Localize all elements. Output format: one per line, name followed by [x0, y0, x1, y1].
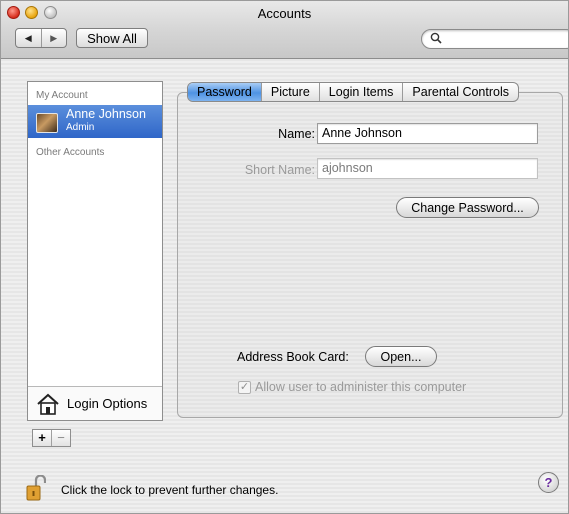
tab-password[interactable]: Password: [188, 83, 261, 101]
user-avatar-icon: [36, 113, 58, 133]
tab-picture[interactable]: Picture: [260, 83, 319, 101]
short-name-field: ajohnson: [317, 158, 538, 179]
address-book-card-label: Address Book Card:: [237, 350, 349, 364]
name-field[interactable]: Anne Johnson: [317, 123, 538, 144]
name-label: Name:: [278, 127, 315, 141]
show-all-button[interactable]: Show All: [76, 28, 148, 48]
back-arrow-icon[interactable]: ◀: [16, 29, 42, 47]
add-remove-control: + −: [32, 429, 71, 447]
accounts-window: Accounts ◀ ▶ Show All My Account Anne Jo…: [0, 0, 569, 514]
add-account-button[interactable]: +: [33, 430, 52, 446]
help-button[interactable]: ?: [538, 472, 559, 493]
title-bar: Accounts ◀ ▶ Show All: [1, 1, 568, 59]
lock-status-text: Click the lock to prevent further change…: [61, 483, 279, 497]
search-field[interactable]: [421, 29, 568, 49]
open-address-card-button[interactable]: Open...: [365, 346, 437, 367]
window-title: Accounts: [257, 6, 312, 21]
house-icon: [37, 393, 59, 415]
tab-login-items[interactable]: Login Items: [318, 83, 403, 101]
account-item-anne-johnson[interactable]: Anne Johnson Admin: [28, 105, 162, 138]
accounts-list: My Account Anne Johnson Admin Other Acco…: [27, 81, 163, 421]
back-forward-control[interactable]: ◀ ▶: [15, 28, 67, 48]
account-name: Anne Johnson: [66, 107, 146, 121]
admin-checkbox-row: ✓ Allow user to administer this computer: [238, 380, 466, 394]
login-options-button[interactable]: Login Options: [28, 386, 162, 420]
tab-parental-controls[interactable]: Parental Controls: [402, 83, 518, 101]
other-accounts-heading: Other Accounts: [36, 147, 105, 158]
change-password-button[interactable]: Change Password...: [396, 197, 539, 218]
admin-checkbox[interactable]: ✓: [238, 380, 251, 394]
lock-icon[interactable]: [26, 475, 46, 501]
short-name-label: Short Name:: [244, 163, 315, 177]
tab-bar: Password Picture Login Items Parental Co…: [187, 82, 519, 102]
login-options-label: Login Options: [67, 396, 148, 411]
search-icon: [430, 32, 442, 47]
remove-account-button[interactable]: −: [52, 430, 70, 446]
forward-arrow-icon[interactable]: ▶: [42, 29, 67, 47]
admin-checkbox-label: Allow user to administer this computer: [255, 380, 467, 394]
my-account-heading: My Account: [36, 90, 88, 101]
account-role: Admin: [66, 122, 95, 133]
